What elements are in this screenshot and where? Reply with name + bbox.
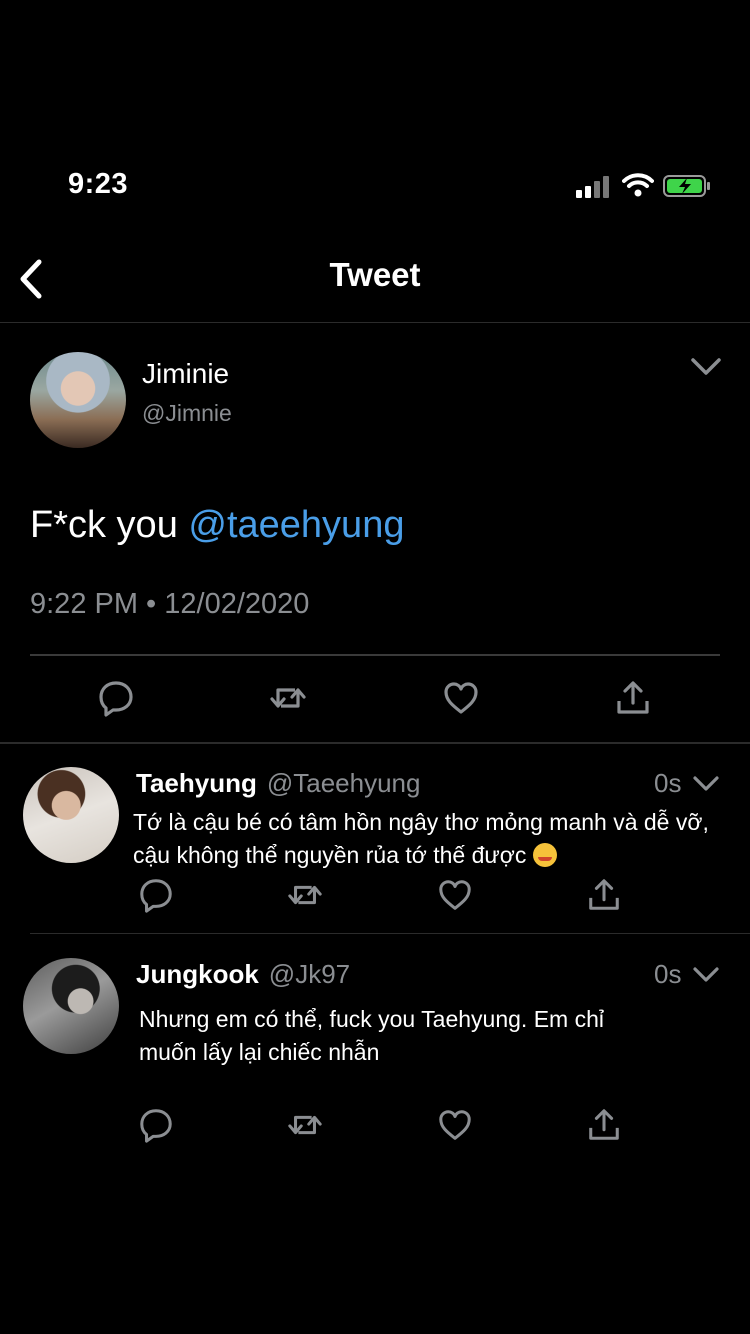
reply-text-line: cậu không thể nguyền rủa tớ thế được [133,842,527,868]
reply-icon[interactable] [138,877,174,913]
reply-time: 0s [654,768,682,798]
avatar-jungkook[interactable] [23,958,119,1054]
like-icon[interactable] [442,679,480,717]
section-divider [0,742,750,744]
retweet-icon[interactable] [287,1107,323,1143]
wifi-icon [622,173,654,197]
reply-divider [30,933,750,934]
chevron-down-icon[interactable] [692,775,720,793]
reply-text: Nhưng em có thể, fuck you Taehyung. Em c… [139,1003,739,1069]
like-icon[interactable] [437,1107,473,1143]
meta-divider [30,654,720,656]
status-time: 9:23 [68,168,129,200]
reply-icon[interactable] [97,679,135,717]
reply-header: Taehyung @Taeehyung [136,768,420,799]
battery-charging-icon [663,175,710,197]
reply-icon[interactable] [138,1107,174,1143]
reply-author-handle[interactable]: @Taeehyung [267,768,421,798]
share-icon[interactable] [614,679,652,717]
retweet-icon[interactable] [287,877,323,913]
kissing-emoji-icon [532,843,557,867]
chevron-down-icon[interactable] [692,966,720,984]
chevron-down-icon[interactable] [690,356,722,378]
page-title: Tweet [329,256,421,293]
tweet-text-plain: F*ck you [30,504,189,546]
cellular-signal-icon [576,176,614,198]
reply-text-line: Tớ là cậu bé có tâm hồn ngây thơ mỏng ma… [133,809,709,835]
mention-link[interactable]: @taeehyung [188,504,404,546]
reply-header: Jungkook @Jk97 [136,959,350,990]
retweet-icon[interactable] [269,679,307,717]
reply-text-line-2: cậu không thể nguyền rủa tớ thế được [133,839,743,872]
avatar-jiminie[interactable] [30,352,126,448]
reply-author-handle[interactable]: @Jk97 [269,959,350,989]
reply-text-line: muốn lấy lại chiếc nhẫn [139,1039,380,1065]
reply-author-name[interactable]: Taehyung [136,768,257,798]
tweet-timestamp: 9:22 PM • 12/02/2020 [30,588,310,620]
like-icon[interactable] [437,877,473,913]
reply-author-name[interactable]: Jungkook [136,959,259,989]
share-icon[interactable] [586,1107,622,1143]
avatar-taehyung[interactable] [23,767,119,863]
reply-time: 0s [654,959,682,989]
header-divider [0,322,750,323]
reply-text: Tớ là cậu bé có tâm hồn ngây thơ mỏng ma… [133,806,743,872]
tweet-author-handle[interactable]: @Jimnie [142,400,232,427]
reply-text-line: Nhưng em có thể, fuck you Taehyung. Em c… [139,1006,604,1032]
share-icon[interactable] [586,877,622,913]
tweet-author-name[interactable]: Jiminie [142,358,229,390]
tweet-text: F*ck you @taeehyung [30,504,404,547]
